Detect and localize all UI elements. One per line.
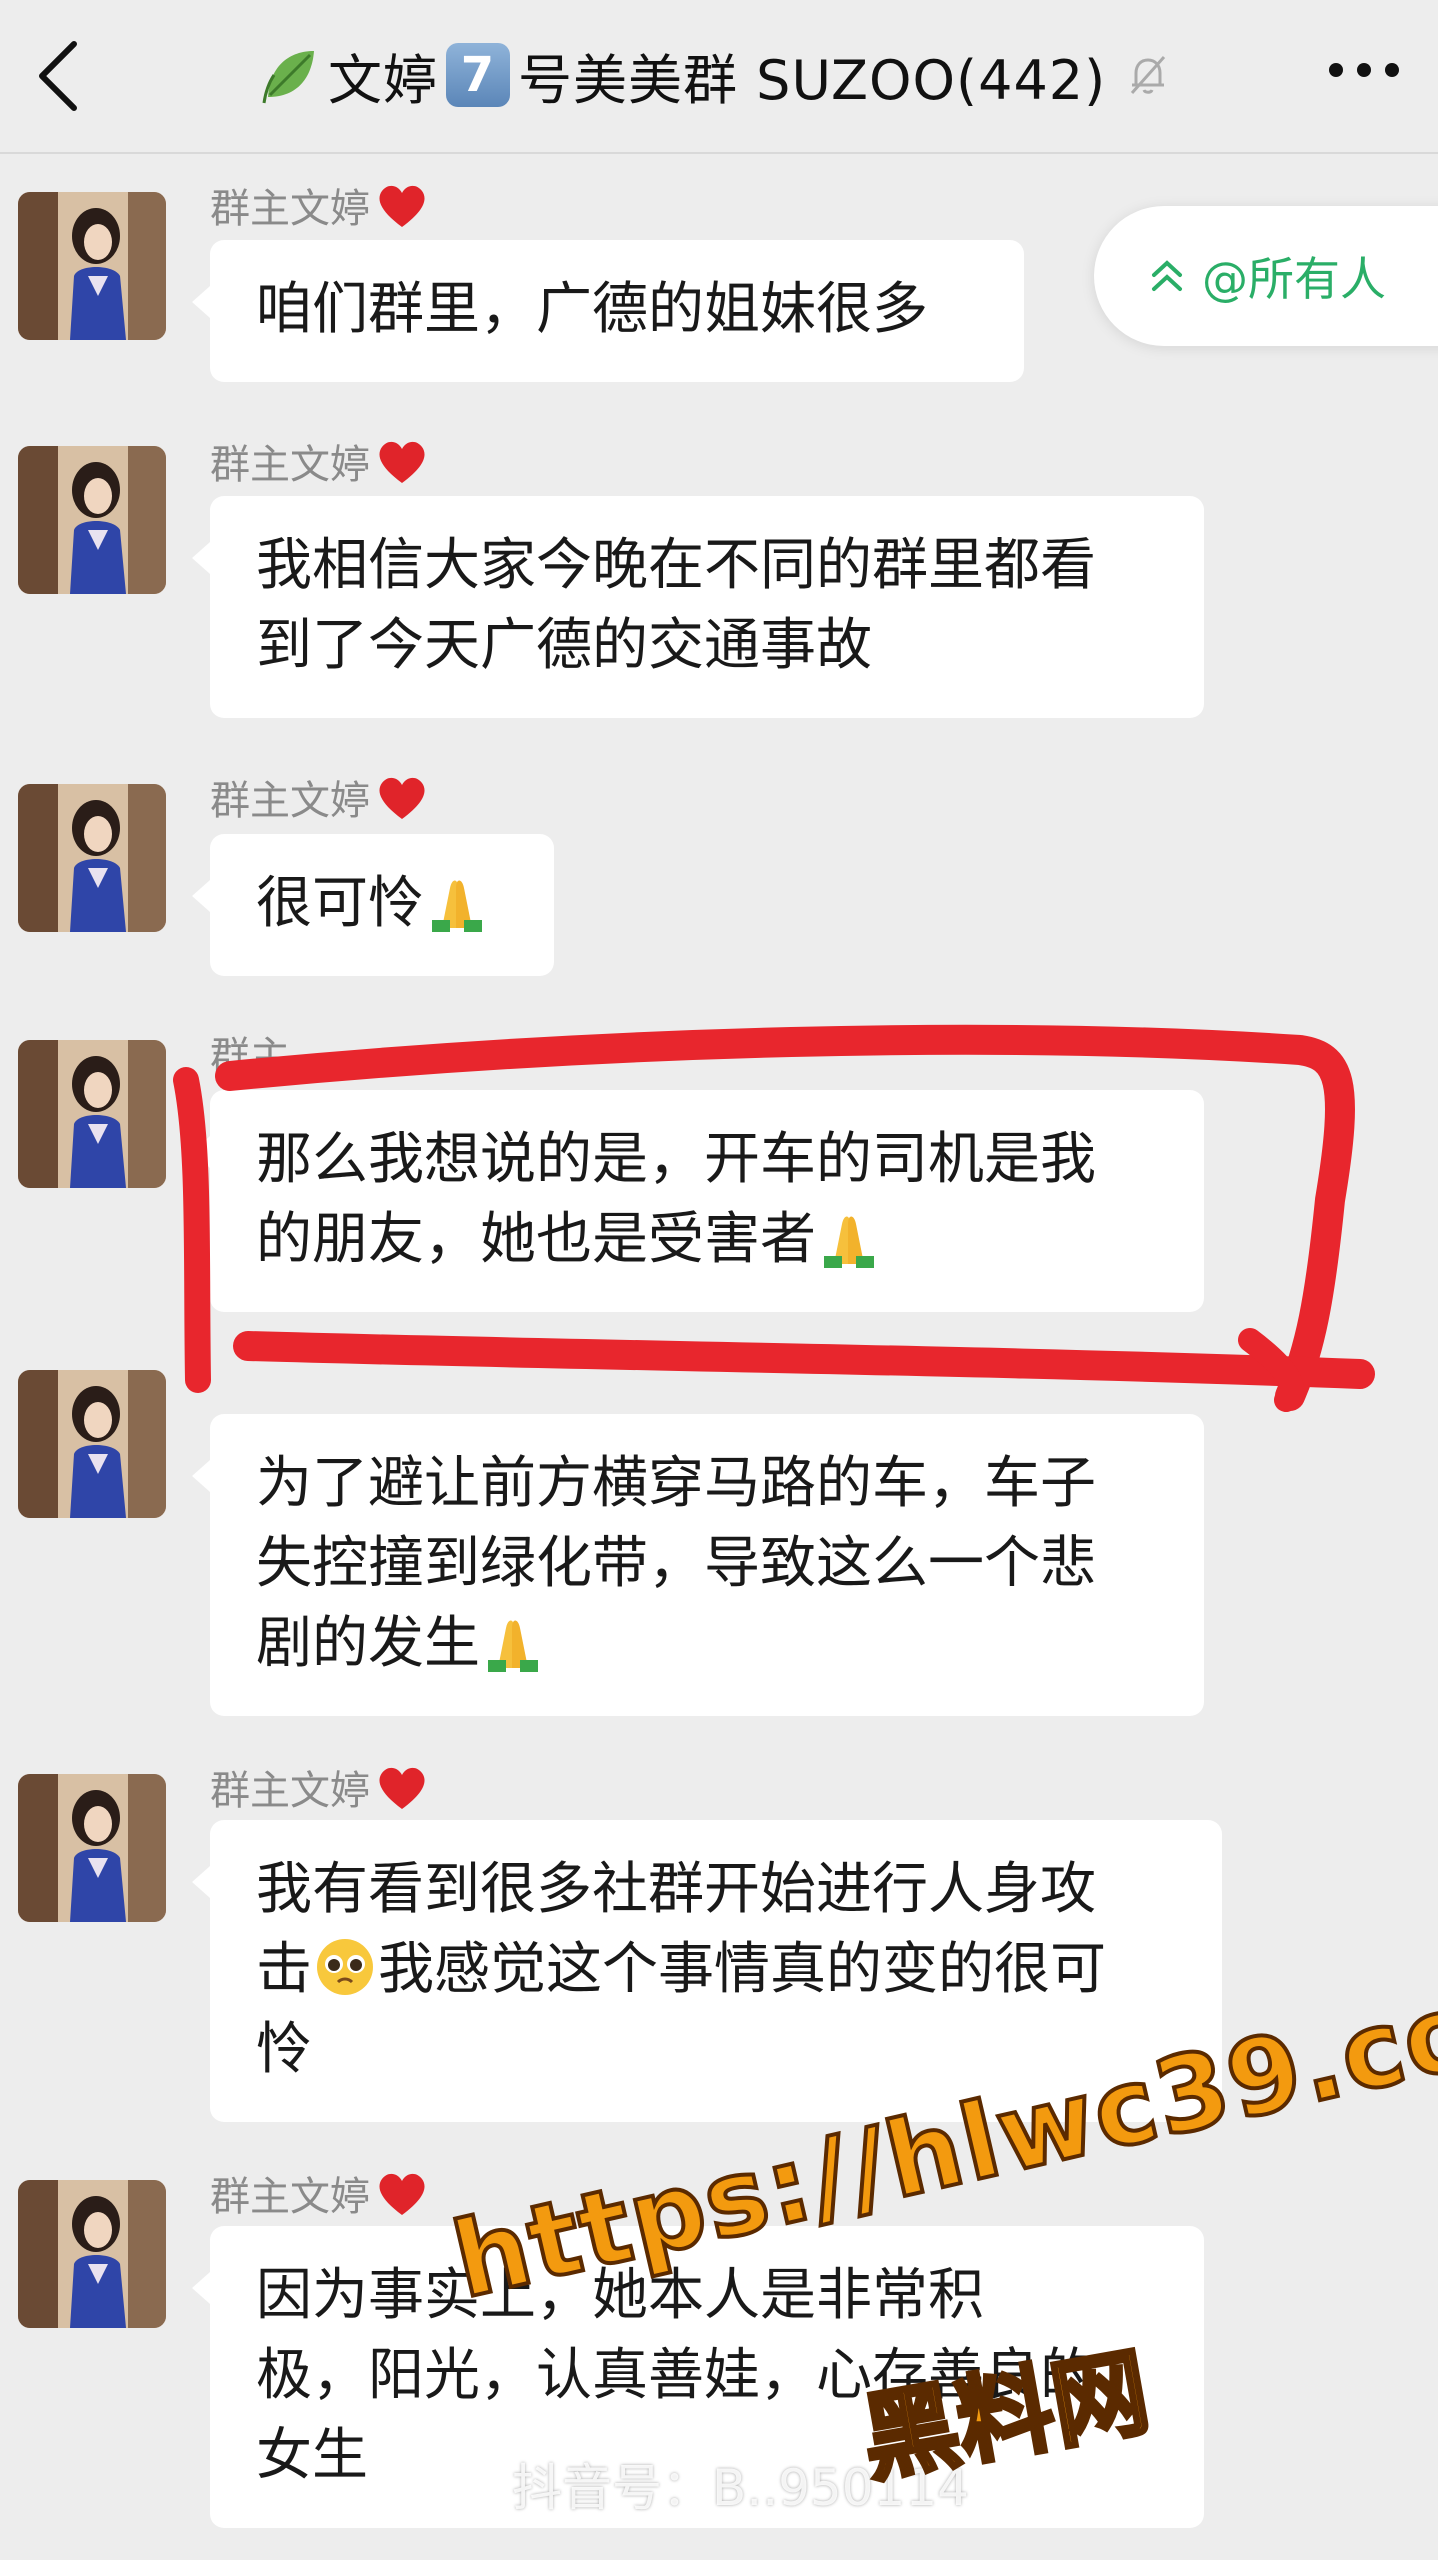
message-text-part: 的朋友，她也是受害者	[256, 1207, 816, 1272]
message-bubble[interactable]: 那么我想说的是，开车的司机是我 的朋友，她也是受害者	[192, 1090, 1204, 1312]
message-text-part: 剧的发生	[256, 1611, 480, 1676]
message-text-line: 因为事实上，她本人是非常积	[256, 2263, 984, 2328]
message-text-line: 击 我感觉这个事情真的变的很可	[256, 1930, 1176, 2010]
pleading-face-icon	[317, 1939, 373, 1995]
sender-name: 群主文婷	[210, 2164, 430, 2222]
folded-hands-icon	[488, 1620, 538, 1672]
message-text-line: 的朋友，她也是受害者	[256, 1200, 1158, 1280]
ellipsis-icon[interactable]	[1326, 58, 1402, 82]
avatar[interactable]	[18, 1774, 166, 1922]
message-bubble[interactable]: 咱们群里，广德的姐妹很多	[192, 240, 1024, 382]
double-chevron-up-icon	[1152, 260, 1182, 291]
avatar[interactable]	[18, 192, 166, 340]
red-heart-icon	[379, 777, 425, 819]
red-heart-icon	[379, 2173, 425, 2215]
avatar[interactable]	[18, 784, 166, 932]
chat-title[interactable]: 文婷 7 号美美群 SUZOO(442)	[260, 30, 1172, 120]
message-text: 咱们群里，广德的姐妹很多	[256, 277, 928, 342]
message-text-line: 为了避让前方横穿马路的车，车子	[256, 1451, 1096, 1516]
message-text-line: 到了今天广德的交通事故	[256, 613, 872, 678]
message-bubble[interactable]: 很可怜	[192, 834, 554, 976]
red-heart-icon	[379, 1767, 425, 1809]
sender-label: 群主文婷	[210, 186, 370, 232]
douyin-logo-icon	[457, 2459, 497, 2507]
avatar[interactable]	[18, 446, 166, 594]
chat-header: 文婷 7 号美美群 SUZOO(442)	[0, 0, 1438, 154]
folded-hands-icon	[432, 880, 482, 932]
message-text-line: 我有看到很多社群开始进行人身攻	[256, 1857, 1096, 1922]
message-text: 很可怜	[256, 871, 424, 936]
sender-label: 群主	[210, 1034, 290, 1080]
title-name: 文婷	[328, 48, 438, 112]
sender-name: 群主文婷	[210, 432, 430, 490]
bell-off-icon	[1131, 56, 1166, 94]
message-text-line: 那么我想说的是，开车的司机是我	[256, 1127, 1096, 1192]
message-text-line: 失控撞到绿化带，导致这么一个悲	[256, 1531, 1096, 1596]
folded-hands-icon	[824, 1216, 874, 1268]
sender-name: 群主文婷	[210, 1758, 430, 1816]
sender-label: 群主文婷	[210, 1768, 370, 1814]
avatar[interactable]	[18, 1370, 166, 1518]
sender-name: 群主文婷	[210, 768, 430, 826]
mention-all-label: @所有人	[1202, 252, 1386, 306]
keycap-seven-badge: 7	[446, 43, 510, 107]
mention-all-chip[interactable]: @所有人	[1094, 206, 1438, 346]
sender-name: 群主	[210, 1024, 290, 1082]
sender-label: 群主文婷	[210, 778, 370, 824]
message-text-line: 我相信大家今晚在不同的群里都看	[256, 533, 1096, 598]
message-text-part: 我感觉这个事情真的变的很可	[378, 1937, 1106, 2002]
leaf-icon	[262, 51, 314, 104]
avatar[interactable]	[18, 1040, 166, 1188]
red-heart-icon	[379, 185, 425, 227]
red-heart-icon	[379, 441, 425, 483]
chevron-left-icon[interactable]	[30, 36, 90, 116]
message-text-part: 击	[256, 1937, 312, 2002]
sender-name: 群主文婷	[210, 176, 430, 234]
message-text-line: 剧的发生	[256, 1604, 1158, 1684]
avatar[interactable]	[18, 2180, 166, 2328]
message-bubble[interactable]: 为了避让前方横穿马路的车，车子 失控撞到绿化带，导致这么一个悲 剧的发生	[192, 1414, 1204, 1716]
message-bubble[interactable]: 我相信大家今晚在不同的群里都看 到了今天广德的交通事故	[192, 496, 1204, 718]
sender-label: 群主文婷	[210, 2174, 370, 2220]
title-group: 号美美群 SUZOO(442)	[518, 48, 1107, 112]
sender-label: 群主文婷	[210, 442, 370, 488]
